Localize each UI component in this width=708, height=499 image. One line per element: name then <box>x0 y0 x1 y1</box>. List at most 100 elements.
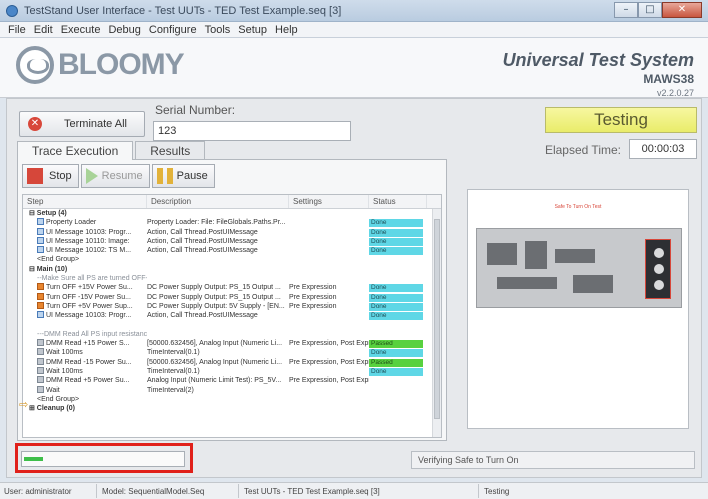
table-row[interactable]: <End Group> <box>23 395 441 404</box>
elapsed-time-label: Elapsed Time: <box>544 143 621 157</box>
step-description-cell <box>147 330 289 339</box>
column-header-status[interactable]: Status <box>369 195 427 208</box>
action-step-icon <box>37 246 44 254</box>
step-status-cell <box>369 386 427 395</box>
step-name: Wait 100ms <box>46 368 83 376</box>
step-settings-cell <box>289 367 369 376</box>
menu-file[interactable]: File <box>4 22 30 37</box>
step-description-cell: DC Power Supply Output: PS_15 Output ... <box>147 293 281 301</box>
table-row[interactable]: ⊟ Setup (4) <box>23 209 441 218</box>
status-badge: Done <box>369 368 423 377</box>
menu-configure[interactable]: Configure <box>145 22 201 37</box>
serial-number-input[interactable] <box>153 121 351 141</box>
resume-label: Resume <box>101 170 143 182</box>
step-status-cell: Done <box>369 348 427 358</box>
table-row[interactable]: --Make Sure all PS are turned OFF-- <box>23 274 441 283</box>
table-row[interactable]: UI Message 10103: Progr... Action, Call T… <box>23 311 441 321</box>
menu-debug[interactable]: Debug <box>104 22 144 37</box>
menu-edit[interactable]: Edit <box>30 22 57 37</box>
status-user: User: administrator <box>4 487 72 496</box>
table-row[interactable]: UI Message 10102: TS M... Action, Call Th… <box>23 246 441 256</box>
column-header-settings[interactable]: Settings <box>289 195 369 208</box>
dmm-step-icon <box>37 367 44 375</box>
table-row[interactable]: <End Group> <box>23 255 441 264</box>
menu-setup[interactable]: Setup <box>234 22 271 37</box>
table-row[interactable]: ---DMM Read All PS input resistance. Mak… <box>23 330 441 339</box>
column-header-description[interactable]: Description <box>147 195 289 208</box>
step-status-cell <box>369 330 427 339</box>
step-settings-cell <box>289 255 369 264</box>
step-name-cell: DMM Read -15 Power Su... <box>23 357 147 367</box>
step-name-cell: UI Message 10102: TS M... <box>23 246 147 255</box>
maximize-button[interactable]: □ <box>638 2 662 18</box>
power-supply-step-icon <box>37 292 44 300</box>
step-description-cell <box>147 209 289 218</box>
table-row[interactable]: DMM Read +5 Power Su... Analog Input (Num… <box>23 376 441 385</box>
step-settings-cell <box>289 274 369 283</box>
step-status-cell: Done <box>369 246 427 256</box>
table-row[interactable]: Turn OFF +15V Power Su... DC Power Supply… <box>23 283 441 293</box>
minimize-button[interactable]: – <box>614 2 638 18</box>
progress-highlight-box <box>15 443 193 473</box>
table-row[interactable]: Wait 100ms TimeInterval(0.1) Done <box>23 367 441 377</box>
step-name-cell: Wait 100ms <box>23 348 147 357</box>
step-name-cell: DMM Read +15 Power S... <box>23 339 147 348</box>
pause-button[interactable]: Pause <box>151 164 215 188</box>
table-row[interactable]: UI Message 10110: Image: Action, Call Thr… <box>23 236 441 246</box>
step-name-cell: DMM Read +5 Power Su... <box>23 376 147 385</box>
stop-button[interactable]: Stop <box>22 164 79 188</box>
execution-state-indicator: Testing <box>545 107 697 133</box>
menu-execute[interactable]: Execute <box>57 22 105 37</box>
step-settings-cell: Pre Expression, Post Expre... <box>289 358 369 366</box>
table-row[interactable]: ⊟ Main (10) <box>23 265 441 274</box>
table-row[interactable]: Property Loader Property Loader: File: Fi… <box>23 218 441 228</box>
step-name-cell: Wait <box>23 385 147 395</box>
step-status-cell <box>369 265 427 274</box>
table-row[interactable]: Wait 100ms TimeInterval(0.1) Done <box>23 348 441 358</box>
step-grid[interactable]: Step Description Settings Status ⊟ Setup… <box>22 194 442 438</box>
resume-button[interactable]: Resume <box>80 164 150 188</box>
status-badge: Done <box>369 237 423 246</box>
step-status-cell <box>369 395 427 404</box>
step-name-cell: UI Message 10103: Progr... <box>23 311 147 320</box>
version-label: v2.2.0.27 <box>656 88 694 98</box>
tab-results[interactable]: Results <box>135 141 206 159</box>
step-name: ⊞ Cleanup (0) <box>29 405 75 413</box>
grid-scrollbar-thumb[interactable] <box>434 219 440 419</box>
status-message: Verifying Safe to Turn On <box>411 451 695 469</box>
grid-scrollbar[interactable] <box>432 209 441 437</box>
step-settings-cell <box>289 237 369 246</box>
menu-help[interactable]: Help <box>271 22 302 37</box>
step-name: <End Group> <box>37 256 80 264</box>
pause-icon <box>156 168 173 184</box>
step-settings-cell <box>289 311 369 320</box>
logo-text: BLOOMY <box>58 48 185 81</box>
table-row[interactable]: ⊞ Cleanup (0) <box>23 404 441 413</box>
window-titlebar[interactable]: TestStand User Interface - Test UUTs - T… <box>0 0 708 22</box>
step-name-cell: Turn OFF +15V Power Su... <box>23 283 147 292</box>
column-header-step[interactable]: Step <box>23 195 147 208</box>
step-status-cell: Done <box>369 283 427 293</box>
terminate-all-button[interactable]: ✕ Terminate All <box>19 111 145 137</box>
step-name: DMM Read -15 Power Su... <box>46 358 132 366</box>
table-row[interactable]: Wait TimeInterval(2) <box>23 385 441 395</box>
table-row[interactable]: Turn OFF -15V Power Su... DC Power Supply… <box>23 292 441 302</box>
tab-strip: Trace Execution Results <box>17 141 207 160</box>
status-badge: Passed <box>369 340 423 349</box>
table-row[interactable]: DMM Read +15 Power S... [50000.632456], A… <box>23 339 441 349</box>
tab-trace-execution[interactable]: Trace Execution <box>17 141 134 160</box>
table-row[interactable]: Turn OFF +5V Power Sup... DC Power Supply… <box>23 301 441 311</box>
menu-tools[interactable]: Tools <box>201 22 235 37</box>
execution-toolbar: Stop Resume Pause <box>22 164 217 188</box>
step-name: DMM Read +5 Power Su... <box>46 377 130 385</box>
main-panel: ✕ Terminate All Serial Number: Testing E… <box>6 98 702 478</box>
table-row[interactable] <box>23 321 441 330</box>
bloomy-logo: BLOOMY <box>16 46 185 84</box>
step-name-cell: UI Message 10110: Image: <box>23 236 147 246</box>
close-button[interactable]: ✕ <box>662 2 702 18</box>
step-name: UI Message 10103: Progr... <box>46 228 132 236</box>
status-model: Model: SequentialModel.Seq <box>102 487 205 496</box>
table-row[interactable]: DMM Read -15 Power Su... [50000.632456], … <box>23 357 441 367</box>
table-row[interactable]: UI Message 10103: Progr... Action, Call T… <box>23 227 441 237</box>
dmm-step-icon <box>37 348 44 356</box>
